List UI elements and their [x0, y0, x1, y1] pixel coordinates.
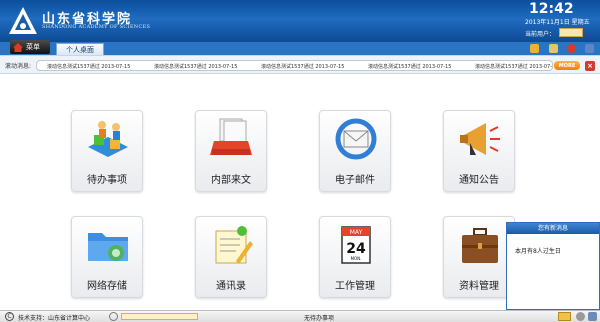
calendar-weekday: MON. [351, 256, 362, 261]
tile-work-management[interactable]: MAY 24 MON. 工作管理 [319, 216, 391, 298]
close-icon[interactable]: × [585, 61, 595, 71]
tile-label: 网络存储 [87, 281, 127, 292]
menu-button[interactable]: 菜单 [10, 40, 50, 54]
tile-internal-docs[interactable]: 内部来文 [195, 110, 267, 192]
mail-icon[interactable] [558, 312, 571, 321]
app-subtitle: SHANDONG ACADEMY OF SCIENCES [42, 24, 151, 30]
calendar-month: MAY [350, 229, 363, 236]
people-tool-icon[interactable] [549, 44, 558, 53]
tab-personal-desktop[interactable]: 个人桌面 [56, 43, 104, 55]
tile-label: 通讯录 [216, 281, 246, 292]
document-tray-icon [210, 118, 252, 155]
refresh-icon[interactable] [109, 312, 118, 321]
megaphone-icon [460, 123, 500, 155]
menu-label: 菜单 [26, 43, 40, 51]
briefcase-icon [462, 228, 498, 263]
status-bar: C 技术支持：山东省计算中心 无待办事项 [0, 310, 600, 322]
ticker-item[interactable]: 滚动信息测试1537通过 2013-07-1 [465, 61, 552, 70]
date-display: 2013年11月1日 星期五 [525, 19, 590, 26]
ticker-item[interactable]: 滚动信息测试1537通过 2013-07-15 [37, 61, 144, 70]
tile-label: 资料管理 [459, 281, 499, 292]
gear-icon[interactable] [576, 312, 585, 321]
tile-address-book[interactable]: 通讯录 [195, 216, 267, 298]
tech-support-text: 技术支持：山东省计算中心 [18, 315, 91, 322]
copyright-icon: C [5, 312, 14, 321]
home-icon [13, 42, 23, 52]
ticker-item[interactable]: 滚动信息测试1537通过 2013-07-15 [251, 61, 358, 70]
tile-todo[interactable]: 待办事项 [71, 110, 143, 192]
current-user-field[interactable] [559, 28, 583, 37]
academy-logo-icon [9, 7, 37, 34]
address-book-icon [215, 226, 253, 264]
calendar-day: 24 [346, 241, 366, 257]
clock: 12:42 [529, 1, 574, 17]
new-message-popup[interactable]: 您有新消息 本月有8人过生日 [506, 222, 600, 310]
ticker-item[interactable]: 滚动信息测试1537通过 2013-07-15 [358, 61, 465, 70]
user-tool-icon[interactable] [530, 44, 539, 53]
tile-label: 内部来文 [211, 175, 251, 186]
tile-label: 电子邮件 [335, 175, 375, 186]
ticker-item[interactable]: 滚动信息测试1537通过 2013-07-15 [144, 61, 251, 70]
popup-title: 您有新消息 [507, 223, 599, 234]
tile-notices[interactable]: 通知公告 [443, 110, 515, 192]
calendar-icon: MAY 24 MON. [341, 226, 371, 264]
scroll-message-label: 滚动消息: [5, 63, 32, 70]
status-input[interactable] [121, 313, 198, 320]
app-header: 山东省科学院 SHANDONG ACADEMY OF SCIENCES 12:4… [0, 0, 600, 42]
tile-document-management[interactable]: 资料管理 [443, 216, 515, 298]
window-icon[interactable] [588, 312, 597, 321]
tile-network-storage[interactable]: 网络存储 [71, 216, 143, 298]
email-sync-icon [335, 118, 377, 160]
current-user-label: 当前用户： [525, 31, 556, 38]
settings-tool-icon[interactable] [585, 44, 594, 53]
popup-message[interactable]: 本月有8人过生日 [507, 234, 599, 267]
scroll-message-track: 滚动信息测试1537通过 2013-07-15 滚动信息测试1537通过 2013… [36, 60, 553, 71]
power-tool-icon[interactable] [567, 44, 576, 53]
tile-email[interactable]: 电子邮件 [319, 110, 391, 192]
todo-people-icon [88, 121, 128, 157]
no-todo-text: 无待办事项 [304, 315, 335, 322]
tile-label: 工作管理 [335, 281, 375, 292]
more-button[interactable]: MORE [554, 61, 580, 70]
tile-label: 待办事项 [87, 175, 127, 186]
scroll-message-bar: 滚动消息: 滚动信息测试1537通过 2013-07-15 滚动信息测试1537通… [0, 55, 600, 74]
tile-label: 通知公告 [459, 175, 499, 186]
network-folder-icon [88, 233, 128, 261]
